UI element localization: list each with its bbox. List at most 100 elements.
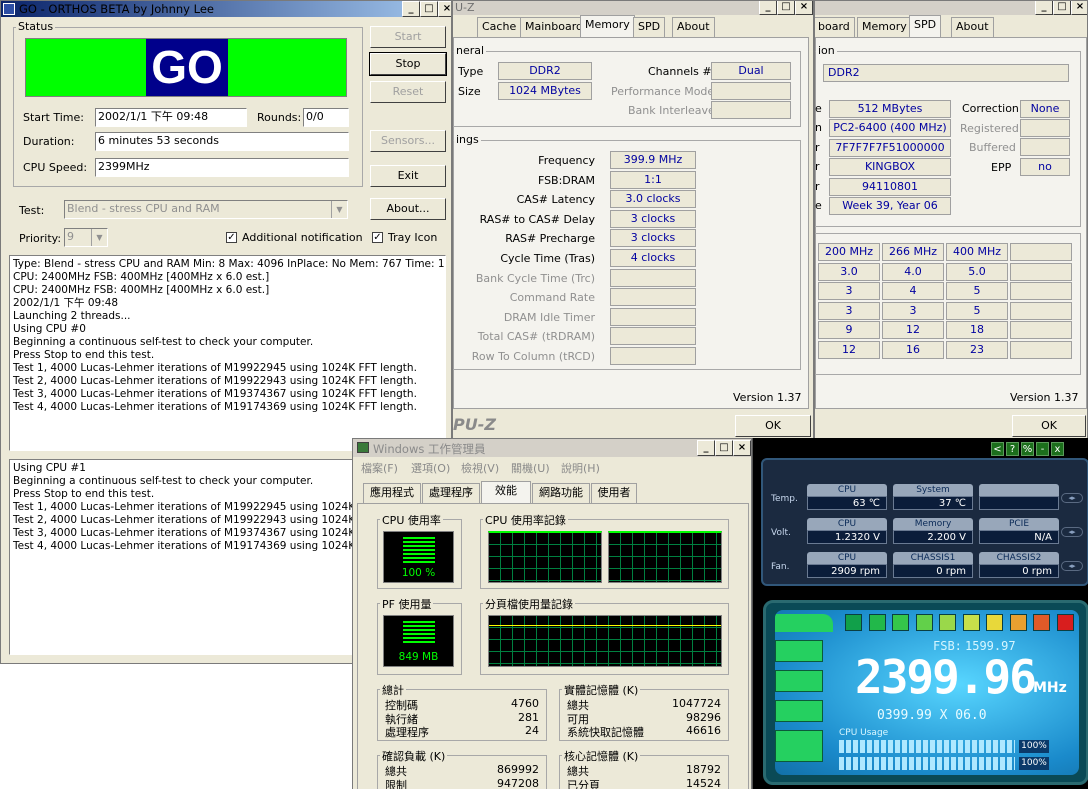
tab-memory[interactable]: Memory xyxy=(580,15,635,38)
tab-3[interactable]: 網路功能 xyxy=(532,483,590,503)
bank-interleave-value xyxy=(711,101,791,119)
timing-label-disabled: Row To Column (tRCD) xyxy=(471,350,595,363)
menu-item[interactable]: 關機(U) xyxy=(511,460,550,476)
timing-value: 3 clocks xyxy=(610,209,696,228)
menu-item[interactable]: 選項(O) xyxy=(411,460,450,476)
cpu-gauge-bars xyxy=(403,537,435,563)
orthos-titlebar[interactable]: GO - ORTHOS BETA by Johnny Lee _ □ × xyxy=(1,1,451,17)
maximize-button[interactable]: □ xyxy=(715,440,733,456)
tab-cache[interactable]: Cache xyxy=(477,17,522,37)
led-indicator xyxy=(868,614,886,631)
spd-row-value: KINGBOX xyxy=(829,158,951,177)
size-label: Size xyxy=(458,85,481,98)
stat-label: 限制 xyxy=(385,778,407,789)
start-button[interactable]: Start xyxy=(370,26,446,48)
maximize-button[interactable]: □ xyxy=(1053,1,1071,15)
chevron-down-icon[interactable]: ▼ xyxy=(91,229,107,246)
menu-item[interactable]: 檔案(F) xyxy=(361,460,398,476)
close-button[interactable]: × xyxy=(733,440,751,456)
spd-timing-cell: 18 xyxy=(946,321,1008,340)
monitor-control-button[interactable]: % xyxy=(1021,442,1034,456)
timing-value: 3 clocks xyxy=(610,229,696,248)
sensor-cell: CHASSIS2 0 rpm xyxy=(979,552,1059,582)
menu-item[interactable]: 說明(H) xyxy=(561,460,600,476)
close-button[interactable]: × xyxy=(438,1,451,17)
additional-notification-checkbox[interactable]: ✓ xyxy=(226,232,237,243)
exit-button[interactable]: Exit xyxy=(370,165,446,187)
minimize-button[interactable]: _ xyxy=(402,1,420,17)
pf-history-graph xyxy=(488,615,722,667)
spd-module-type: DDR2 xyxy=(823,64,1069,82)
task-manager-titlebar[interactable]: Windows 工作管理員 _ □ × xyxy=(353,439,751,457)
minimize-button[interactable]: _ xyxy=(697,440,715,456)
sensors-button[interactable]: Sensors... xyxy=(370,130,446,152)
cpuz-spd-ok-button[interactable]: OK xyxy=(1012,415,1086,437)
tray-icon-checkbox[interactable]: ✓ xyxy=(372,232,383,243)
timing-value: 1:1 xyxy=(610,170,696,189)
row-scroll-icon[interactable]: ◂▸ xyxy=(1061,527,1083,537)
about-button[interactable]: About... xyxy=(370,198,446,220)
tab-about[interactable]: About xyxy=(672,17,715,37)
cpuz-memory-window: U-Z _ □ × Cache Mainboard Memory SPD Abo… xyxy=(452,0,814,440)
cpu-speed-label: CPU Speed: xyxy=(23,161,88,174)
cpu-usage-gauge: 100 % xyxy=(383,531,454,583)
task-manager-title: Windows 工作管理員 xyxy=(373,442,486,456)
minimize-button[interactable]: _ xyxy=(759,1,777,15)
led-indicator xyxy=(962,614,980,631)
sensor-title: CPU xyxy=(807,484,887,496)
tab-0[interactable]: 應用程式 xyxy=(363,483,421,503)
minimize-button[interactable]: _ xyxy=(1035,1,1053,15)
tab-mainboard[interactable]: board xyxy=(815,17,855,37)
close-button[interactable]: × xyxy=(1071,1,1087,15)
test-select[interactable]: Blend - stress CPU and RAM ▼ xyxy=(64,200,348,219)
cpuz-spd-titlebar[interactable]: _ □ × xyxy=(815,1,1087,15)
monitor-control-button[interactable]: x xyxy=(1051,442,1064,456)
sensor-title: System xyxy=(893,484,973,496)
menu-item[interactable]: 檢視(V) xyxy=(461,460,499,476)
pf-gauge-bars xyxy=(403,621,435,645)
monitor-control-button[interactable]: < xyxy=(991,442,1004,456)
tab-4[interactable]: 使用者 xyxy=(591,483,637,503)
tab-spd[interactable]: SPD xyxy=(909,15,942,38)
tab-mainboard[interactable]: Mainboard xyxy=(520,17,589,37)
tab-spd[interactable]: SPD xyxy=(633,17,666,37)
cpu-usage-bar-1-value: 100% xyxy=(1019,740,1049,753)
reset-button[interactable]: Reset xyxy=(370,81,446,103)
maximize-button[interactable]: □ xyxy=(777,1,795,15)
spd-cell-empty xyxy=(1010,321,1072,340)
go-indicator: GO xyxy=(25,38,347,97)
led-indicator xyxy=(845,614,862,631)
spd-row-value: PC2-6400 (400 MHz) xyxy=(829,119,951,138)
led-indicator xyxy=(1009,614,1027,631)
cpu-history-graph-1 xyxy=(608,531,722,583)
monitor-control-button[interactable]: - xyxy=(1036,442,1049,456)
led-indicator xyxy=(1033,614,1050,631)
row-scroll-icon[interactable]: ◂▸ xyxy=(1061,493,1083,503)
correction-label: Correction xyxy=(962,102,1019,115)
tab-2[interactable]: 效能 xyxy=(481,481,531,504)
cpu0-log[interactable]: Type: Blend - stress CPU and RAM Min: 8 … xyxy=(9,255,446,451)
test-select-value: Blend - stress CPU and RAM xyxy=(67,202,220,215)
stat-value: 1047724 xyxy=(672,697,721,710)
stat-value: 18792 xyxy=(686,763,721,776)
monitor-control-button[interactable]: ? xyxy=(1006,442,1019,456)
spd-cell-empty xyxy=(1010,282,1072,301)
row-scroll-icon[interactable]: ◂▸ xyxy=(1061,561,1083,571)
pf-usage-value: 849 MB xyxy=(398,651,439,663)
priority-select[interactable]: 9 ▼ xyxy=(64,228,108,247)
tab-about[interactable]: About xyxy=(951,17,994,37)
tab-memory[interactable]: Memory xyxy=(857,17,912,37)
maximize-button[interactable]: □ xyxy=(420,1,438,17)
cpuz-memory-titlebar[interactable]: U-Z _ □ × xyxy=(453,1,813,15)
stat-value: 281 xyxy=(518,710,539,724)
close-button[interactable]: × xyxy=(795,1,813,15)
sensor-cell: System 37 ℃ xyxy=(893,484,973,514)
sensor-row-label: Temp. xyxy=(771,494,798,504)
chevron-down-icon[interactable]: ▼ xyxy=(331,201,347,218)
log-line: CPU: 2400MHz FSB: 400MHz [400MHz x 6.0 e… xyxy=(13,271,270,283)
log-line: Test 3, 4000 Lucas-Lehmer iterations of … xyxy=(13,388,417,400)
cpuz-memory-ok-button[interactable]: OK xyxy=(735,415,811,437)
log-line: Launching 2 threads... xyxy=(13,310,131,322)
stop-button[interactable]: Stop xyxy=(369,52,447,76)
tab-1[interactable]: 處理程序 xyxy=(422,483,480,503)
